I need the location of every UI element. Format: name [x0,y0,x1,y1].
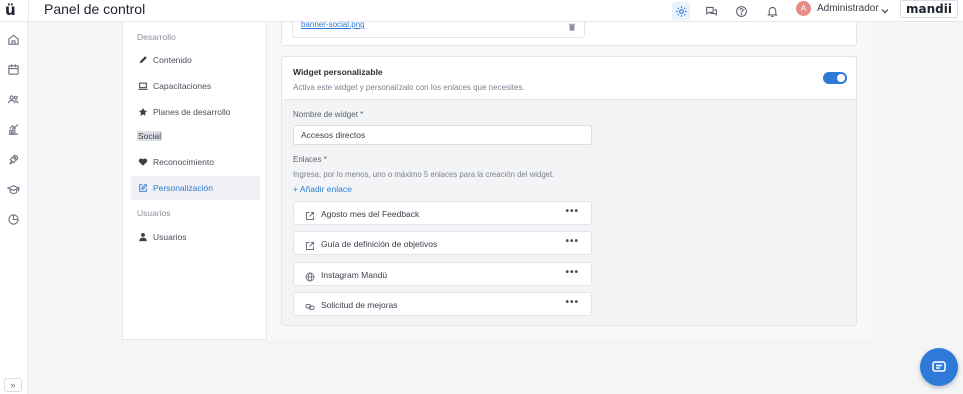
trash-icon[interactable] [568,23,576,31]
brand-logo: mandii [900,0,958,18]
external-link-icon [305,238,315,250]
widget-card: Widget personalizable Activa este widget… [281,56,857,326]
gear-icon[interactable] [672,2,690,20]
link-row[interactable]: Solicitud de mejoras ••• [293,292,592,316]
settings-card: Desarrollo Contenido Capacitaciones Plan… [122,20,872,340]
subnav-item-label: Capacitaciones [153,81,212,91]
add-link-button[interactable]: + Añadir enlace [293,184,352,194]
more-options-icon[interactable]: ••• [565,297,579,308]
subnav-item-label: Contenido [153,55,192,65]
section-social: Social [137,131,163,141]
banner-section: banner-social.png [281,20,857,46]
people-icon[interactable] [7,93,20,106]
calendar-icon[interactable] [7,63,20,76]
avatar[interactable]: A [796,1,811,16]
chain-link-icon [305,299,315,310]
more-options-icon[interactable]: ••• [565,206,579,217]
subnav-item-label: Reconocimiento [153,157,214,167]
globe-icon [305,269,315,282]
link-label: Instagram Mandü [321,270,388,280]
widget-name-label: Nombre de widget * [293,110,364,119]
section-desarrollo: Desarrollo [137,32,176,42]
section-usuarios: Usuarios [137,208,171,218]
page-title: Panel de control [44,1,146,17]
pen-icon [139,56,147,64]
settings-content: banner-social.png Widget personalizable … [267,20,872,340]
graduation-icon[interactable] [6,183,21,196]
top-bar: ü Panel de control A Administrador mandi… [0,0,963,22]
rocket-icon[interactable] [7,153,20,166]
app-logo[interactable]: ü [5,1,16,19]
file-link[interactable]: banner-social.png [301,20,365,29]
chart-icon[interactable] [7,123,20,136]
subnav-item-contenido[interactable]: Contenido [131,48,260,72]
user-name[interactable]: Administrador [817,3,879,14]
expand-sidebar-button[interactable]: » [4,378,22,392]
edit-icon [139,183,148,192]
widget-title: Widget personalizable [293,67,383,77]
file-row: banner-social.png [292,20,585,38]
left-rail: » [0,22,28,394]
link-label: Guía de definición de objetivos [321,239,438,249]
widget-header: Widget personalizable Activa este widget… [282,57,856,100]
heart-icon [138,158,148,166]
home-icon[interactable] [7,33,20,46]
chat-icon[interactable] [702,2,720,20]
subnav-item-personalizacion[interactable]: Personalización [131,176,260,200]
laptop-icon [138,82,148,90]
logo-divider [28,0,29,22]
widget-name-input[interactable] [293,125,592,145]
external-link-icon [305,208,315,220]
bell-icon[interactable] [763,2,781,20]
subnav-item-capacitaciones[interactable]: Capacitaciones [131,74,260,98]
user-icon [139,233,147,242]
link-row[interactable]: Guía de definición de objetivos ••• [293,231,592,255]
more-options-icon[interactable]: ••• [565,236,579,247]
subnav-item-reconocimiento[interactable]: Reconocimiento [131,150,260,174]
link-row[interactable]: Instagram Mandü ••• [293,262,592,286]
widget-description: Activa este widget y personalízalo con l… [293,83,525,92]
star-icon [138,107,148,116]
subnav-item-usuarios[interactable]: Usuarios [131,225,260,249]
subnav-item-planes-de-desarrollo[interactable]: Planes de desarrollo [131,100,260,124]
subnav-item-label: Planes de desarrollo [153,107,231,117]
widget-enabled-toggle[interactable] [823,72,847,84]
pie-icon[interactable] [7,213,20,226]
link-row[interactable]: Agosto mes del Feedback ••• [293,201,592,225]
more-options-icon[interactable]: ••• [565,267,579,278]
message-icon [932,361,946,372]
subnav-item-label: Usuarios [153,232,187,242]
links-label: Enlaces * [293,155,327,164]
chevron-down-icon[interactable] [880,3,890,14]
links-help-text: Ingresa, por lo menos, uno o máximo 5 en… [293,170,555,179]
link-label: Agosto mes del Feedback [321,209,420,219]
subnav-item-label: Personalización [153,183,214,193]
help-icon[interactable] [732,2,750,20]
support-chat-button[interactable] [920,348,958,386]
link-label: Solicitud de mejoras [321,300,398,310]
